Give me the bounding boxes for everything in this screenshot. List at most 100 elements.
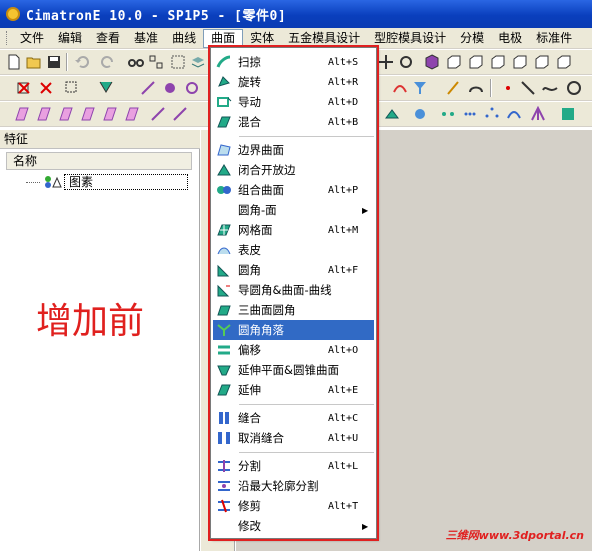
pick-icon[interactable] [64,80,80,96]
menu-item-fillet-corner[interactable]: 圆角角落 [213,320,374,340]
view-right-icon[interactable] [490,54,506,70]
circle-icon[interactable] [566,80,582,96]
menu-item-sweep[interactable]: 扫掠 Alt+S [213,52,374,72]
menu-item-unstitch[interactable]: 取消缝合 Alt+U [213,428,374,448]
mesh-surface-icon [217,224,231,236]
menu-file[interactable]: 文件 [13,29,51,48]
redo-icon[interactable] [100,54,116,70]
menu-item-extend[interactable]: 延伸 Alt+E [213,380,374,400]
menu-item-split-max-contour[interactable]: 沿最大轮廓分割 [213,476,374,496]
tree-item-label: 图素 [64,174,188,190]
solid-tool-6-icon[interactable] [506,106,522,122]
funnel-icon[interactable] [412,80,428,96]
glasses-icon[interactable] [128,54,144,70]
surface-tool-6-icon[interactable] [124,106,140,122]
filter-icon[interactable] [98,80,114,96]
menu-item-modify[interactable]: 修改 ▶ [213,516,374,536]
menu-standard-parts[interactable]: 标准件 [529,29,579,48]
submenu-arrow-icon: ▶ [362,521,369,531]
surface-tool-1-icon[interactable] [14,106,30,122]
toolbar-separator [66,53,68,71]
open-folder-icon[interactable] [26,54,42,70]
surface-tool-3-icon[interactable] [58,106,74,122]
menu-view[interactable]: 查看 [89,29,127,48]
view-top-icon[interactable] [468,54,484,70]
surface-tool-7-icon[interactable] [150,106,166,122]
surface-tool-2-icon[interactable] [36,106,52,122]
menu-die-design[interactable]: 五金模具设计 [281,29,367,48]
menu-surface[interactable]: 曲面 [203,28,244,48]
curve-tool-icon[interactable] [392,80,408,96]
spline-icon[interactable] [542,80,558,96]
delete-entity-icon[interactable] [16,80,32,96]
menu-mold-design[interactable]: 型腔模具设计 [367,29,453,48]
extend-icon [217,384,231,396]
new-file-icon[interactable] [6,54,22,70]
menu-item-close-open-edges[interactable]: 闭合开放边 [213,160,374,180]
menu-parting[interactable]: 分模 [453,29,491,48]
split-max-contour-icon [218,481,230,491]
erase-icon[interactable] [38,80,54,96]
menu-item-three-surface-fillet[interactable]: 三曲面圆角 [213,300,374,320]
menu-item-drive-fillet[interactable]: 导圆角&曲面-曲线 [213,280,374,300]
save-icon[interactable] [46,54,62,70]
sketch-icon[interactable] [446,80,462,96]
solid-tool-4-icon[interactable] [462,106,478,122]
shade-1-icon[interactable] [140,80,156,96]
view-left-icon[interactable] [512,54,528,70]
menu-item-revolve[interactable]: 旋转 Alt+R [213,72,374,92]
solid-tool-1-icon[interactable] [384,106,400,122]
tree-item-geometry[interactable]: 图素 [26,174,188,190]
menu-item-drive[interactable]: 导动 Alt+D [213,92,374,112]
view-back-icon[interactable] [534,54,550,70]
menu-item-composite-surface[interactable]: 组合曲面 Alt+P [213,180,374,200]
move-icon[interactable] [378,54,394,70]
rotate-view-icon[interactable] [398,54,414,70]
menu-item-extend-plane-cone[interactable]: 延伸平面&圆锥曲面 [213,360,374,380]
menu-bar: 文件 编辑 查看 基准 曲线 曲面 实体 五金模具设计 型腔模具设计 分模 电极… [0,28,592,49]
menu-item-stitch[interactable]: 缝合 Alt+C [213,408,374,428]
undo-icon[interactable] [74,54,90,70]
shade-2-icon[interactable] [162,80,178,96]
menu-item-boundary-surface[interactable]: 边界曲面 [213,140,374,160]
line-icon[interactable] [520,80,536,96]
tree-icon[interactable] [148,54,164,70]
menu-item-mesh-surface[interactable]: 网格面 Alt+M [213,220,374,240]
solid-tool-8-icon[interactable] [560,106,576,122]
app-logo-icon [6,7,20,21]
menu-edit[interactable]: 编辑 [51,29,89,48]
layers-icon[interactable] [190,54,206,70]
menu-item-skin[interactable]: 表皮 [213,240,374,260]
blend-icon [217,116,231,128]
menu-item-fillet-face[interactable]: 圆角-面 ▶ [213,200,374,220]
stitch-icon [219,412,229,424]
view-iso-icon[interactable] [424,54,440,70]
offset-icon [218,345,230,355]
menu-item-trim[interactable]: 修剪 Alt+T [213,496,374,516]
select-icon[interactable] [170,54,186,70]
solid-tool-7-icon[interactable] [530,106,546,122]
composite-surface-icon [217,186,231,194]
view-front-icon[interactable] [446,54,462,70]
point-icon[interactable] [500,80,516,96]
shade-3-icon[interactable] [184,80,200,96]
menu-solid[interactable]: 实体 [243,29,281,48]
solid-tool-5-icon[interactable] [484,106,500,122]
solid-tool-3-icon[interactable] [440,106,456,122]
surface-tool-4-icon[interactable] [80,106,96,122]
menu-item-offset[interactable]: 偏移 Alt+O [213,340,374,360]
surface-tool-8-icon[interactable] [172,106,188,122]
arc-tool-icon[interactable] [468,80,484,96]
menu-datum[interactable]: 基准 [127,29,165,48]
surface-tool-5-icon[interactable] [102,106,118,122]
blank-icon [216,518,232,534]
view-bottom-icon[interactable] [556,54,572,70]
menu-item-blend[interactable]: 混合 Alt+B [213,112,374,132]
menu-item-fillet[interactable]: 圆角 Alt+F [213,260,374,280]
name-column-header[interactable]: 名称 [6,152,192,170]
solid-tool-2-icon[interactable] [412,106,428,122]
menu-electrode[interactable]: 电极 [491,29,529,48]
menu-curve[interactable]: 曲线 [165,29,203,48]
fillet-corner-icon [217,324,231,336]
menu-item-split[interactable]: 分割 Alt+L [213,456,374,476]
